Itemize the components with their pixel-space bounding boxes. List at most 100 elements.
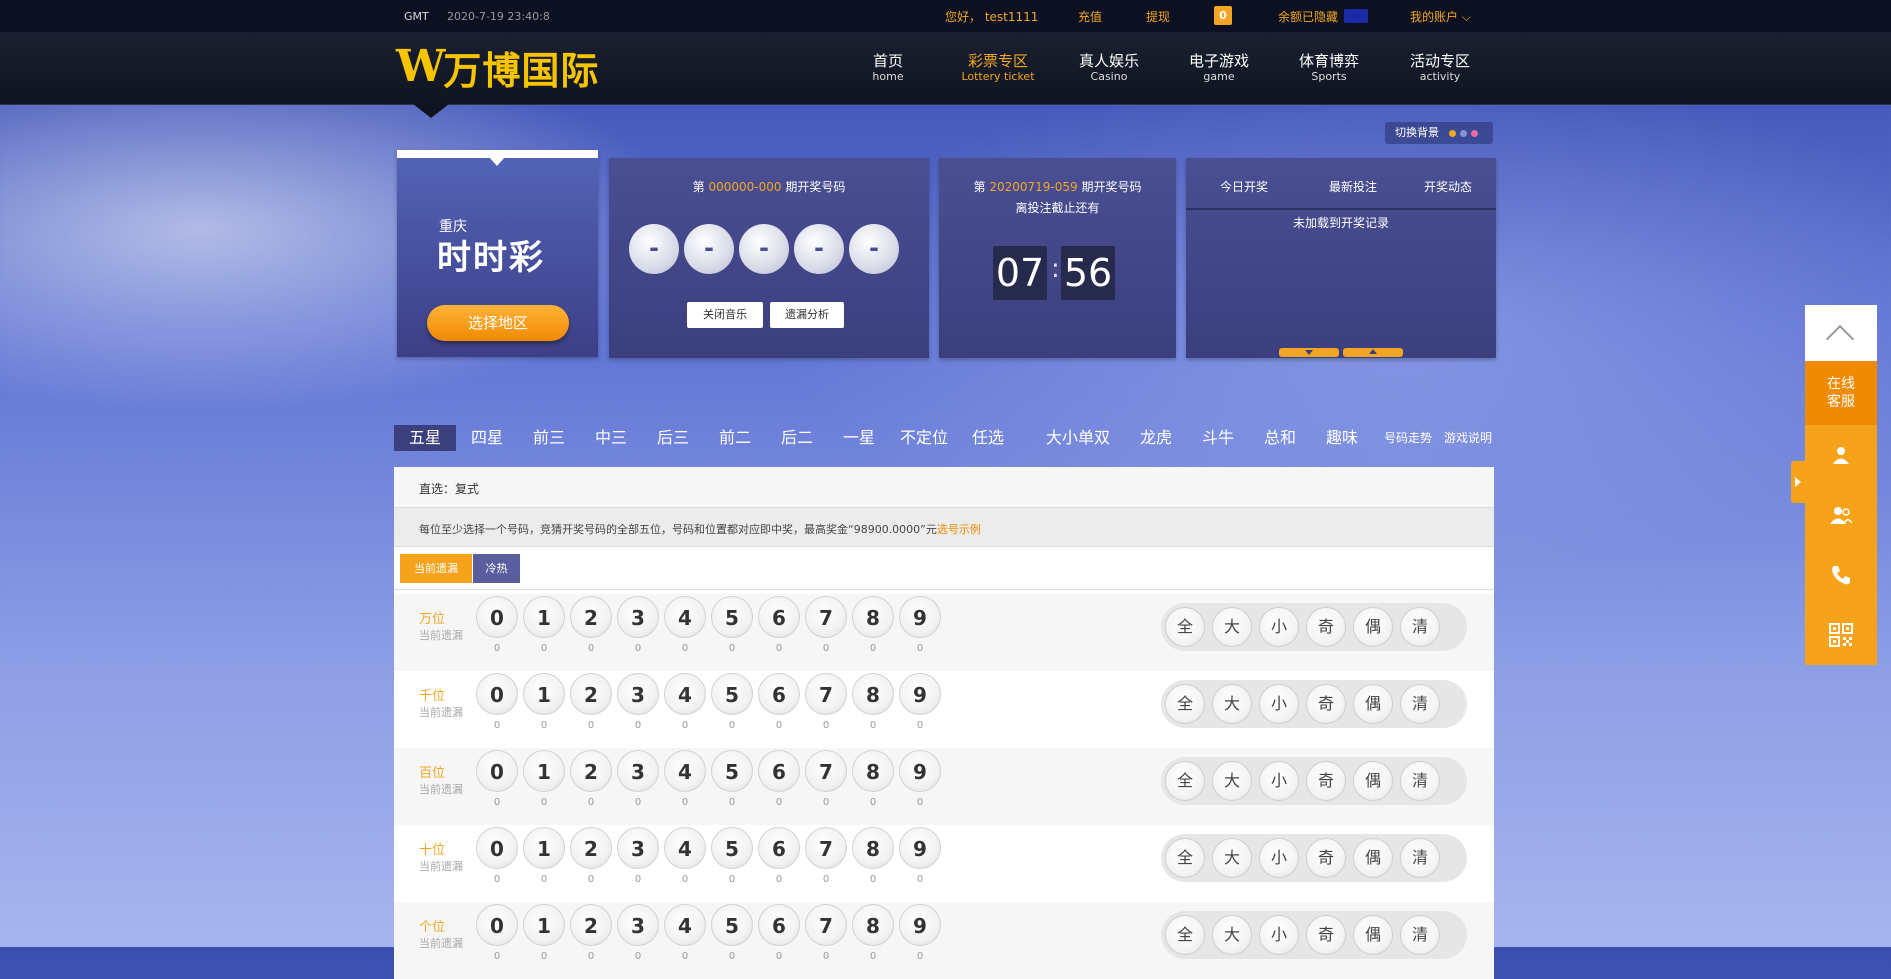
- quick-filter-button[interactable]: 奇: [1306, 761, 1346, 801]
- number-ball[interactable]: 2: [570, 827, 612, 869]
- tab-draw-news[interactable]: 开奖动态: [1424, 178, 1472, 195]
- number-ball[interactable]: 0: [476, 904, 518, 946]
- mute-music-button[interactable]: 关闭音乐: [687, 302, 763, 328]
- game-rules-link[interactable]: 游戏说明: [1442, 425, 1494, 451]
- number-ball[interactable]: 8: [852, 904, 894, 946]
- balance-toggle[interactable]: [1344, 9, 1368, 23]
- bg-dot-pink[interactable]: [1471, 130, 1478, 137]
- number-ball[interactable]: 7: [805, 596, 847, 638]
- quick-filter-button[interactable]: 偶: [1353, 607, 1393, 647]
- quick-filter-button[interactable]: 奇: [1306, 838, 1346, 878]
- number-ball[interactable]: 7: [805, 827, 847, 869]
- user-icon[interactable]: [1805, 425, 1877, 485]
- quick-filter-button[interactable]: 奇: [1306, 607, 1346, 647]
- tab-front-three[interactable]: 前三: [518, 425, 580, 451]
- deposit-link[interactable]: 充值: [1078, 8, 1102, 25]
- number-ball[interactable]: 6: [758, 904, 800, 946]
- number-ball[interactable]: 3: [617, 596, 659, 638]
- number-ball[interactable]: 1: [523, 827, 565, 869]
- number-ball[interactable]: 1: [523, 750, 565, 792]
- tab-bull[interactable]: 斗牛: [1194, 425, 1242, 451]
- withdraw-link[interactable]: 提现: [1146, 8, 1170, 25]
- number-ball[interactable]: 0: [476, 750, 518, 792]
- number-ball[interactable]: 0: [476, 673, 518, 715]
- tab-size-odd-even[interactable]: 大小单双: [1039, 425, 1117, 451]
- my-account-menu[interactable]: 我的账户 ⌵: [1410, 8, 1471, 25]
- quick-filter-button[interactable]: 全: [1165, 838, 1205, 878]
- miss-analysis-button[interactable]: 遗漏分析: [770, 302, 844, 328]
- number-ball[interactable]: 2: [570, 904, 612, 946]
- nav-home[interactable]: 首页 home: [843, 52, 933, 84]
- quick-filter-button[interactable]: 小: [1259, 915, 1299, 955]
- number-ball[interactable]: 7: [805, 904, 847, 946]
- tab-four-star[interactable]: 四星: [456, 425, 518, 451]
- tab-back-three[interactable]: 后三: [642, 425, 704, 451]
- nav-activity[interactable]: 活动专区 activity: [1395, 52, 1485, 84]
- quick-filter-button[interactable]: 小: [1259, 607, 1299, 647]
- number-ball[interactable]: 5: [711, 750, 753, 792]
- quick-filter-button[interactable]: 偶: [1353, 838, 1393, 878]
- tab-five-star[interactable]: 五星: [394, 425, 456, 451]
- number-ball[interactable]: 5: [711, 596, 753, 638]
- tab-optional[interactable]: 任选: [960, 425, 1016, 451]
- number-ball[interactable]: 5: [711, 673, 753, 715]
- number-ball[interactable]: 3: [617, 750, 659, 792]
- number-ball[interactable]: 3: [617, 904, 659, 946]
- number-ball[interactable]: 7: [805, 750, 847, 792]
- number-ball[interactable]: 6: [758, 827, 800, 869]
- number-ball[interactable]: 4: [664, 596, 706, 638]
- number-ball[interactable]: 8: [852, 596, 894, 638]
- quick-filter-button[interactable]: 小: [1259, 761, 1299, 801]
- number-ball[interactable]: 3: [617, 827, 659, 869]
- quick-filter-button[interactable]: 全: [1165, 684, 1205, 724]
- number-ball[interactable]: 6: [758, 596, 800, 638]
- number-ball[interactable]: 2: [570, 750, 612, 792]
- quick-filter-button[interactable]: 小: [1259, 684, 1299, 724]
- quick-filter-button[interactable]: 清: [1400, 915, 1440, 955]
- number-ball[interactable]: 0: [476, 596, 518, 638]
- quick-filter-button[interactable]: 清: [1400, 607, 1440, 647]
- number-ball[interactable]: 1: [523, 596, 565, 638]
- number-ball[interactable]: 0: [476, 827, 518, 869]
- quick-filter-button[interactable]: 大: [1212, 915, 1252, 955]
- records-scroll-up-button[interactable]: [1343, 348, 1403, 357]
- number-ball[interactable]: 9: [899, 750, 941, 792]
- quick-filter-button[interactable]: 大: [1212, 838, 1252, 878]
- number-ball[interactable]: 8: [852, 827, 894, 869]
- number-ball[interactable]: 2: [570, 596, 612, 638]
- tab-one-star[interactable]: 一星: [828, 425, 890, 451]
- records-scroll-down-button[interactable]: [1279, 348, 1339, 357]
- tab-latest-bets[interactable]: 最新投注: [1329, 178, 1377, 195]
- number-ball[interactable]: 9: [899, 673, 941, 715]
- tab-back-two[interactable]: 后二: [766, 425, 828, 451]
- tab-unfixed[interactable]: 不定位: [894, 425, 954, 451]
- quick-filter-button[interactable]: 奇: [1306, 684, 1346, 724]
- number-ball[interactable]: 6: [758, 673, 800, 715]
- number-ball[interactable]: 5: [711, 904, 753, 946]
- tab-front-two[interactable]: 前二: [704, 425, 766, 451]
- tab-today-draws[interactable]: 今日开奖: [1220, 178, 1268, 195]
- quick-filter-button[interactable]: 偶: [1353, 915, 1393, 955]
- number-ball[interactable]: 4: [664, 904, 706, 946]
- message-badge[interactable]: 0: [1214, 6, 1232, 25]
- number-ball[interactable]: 7: [805, 673, 847, 715]
- nav-casino[interactable]: 真人娱乐 Casino: [1064, 52, 1154, 84]
- qrcode-icon[interactable]: [1805, 605, 1877, 665]
- quick-filter-button[interactable]: 大: [1212, 761, 1252, 801]
- quick-filter-button[interactable]: 清: [1400, 684, 1440, 724]
- quick-filter-button[interactable]: 偶: [1353, 761, 1393, 801]
- back-to-top-button[interactable]: [1805, 305, 1877, 361]
- hot-cold-toggle[interactable]: 冷热: [473, 554, 520, 583]
- quick-filter-button[interactable]: 全: [1165, 915, 1205, 955]
- number-ball[interactable]: 2: [570, 673, 612, 715]
- example-link[interactable]: 选号示例: [937, 523, 981, 536]
- number-ball[interactable]: 4: [664, 673, 706, 715]
- online-service-button[interactable]: 在线客服: [1805, 361, 1877, 425]
- quick-filter-button[interactable]: 小: [1259, 838, 1299, 878]
- user-greeting[interactable]: 您好， test1111: [945, 8, 1038, 25]
- number-ball[interactable]: 8: [852, 673, 894, 715]
- tab-sum[interactable]: 总和: [1256, 425, 1304, 451]
- tab-fun[interactable]: 趣味: [1318, 425, 1366, 451]
- number-ball[interactable]: 9: [899, 904, 941, 946]
- nav-game[interactable]: 电子游戏 game: [1174, 52, 1264, 84]
